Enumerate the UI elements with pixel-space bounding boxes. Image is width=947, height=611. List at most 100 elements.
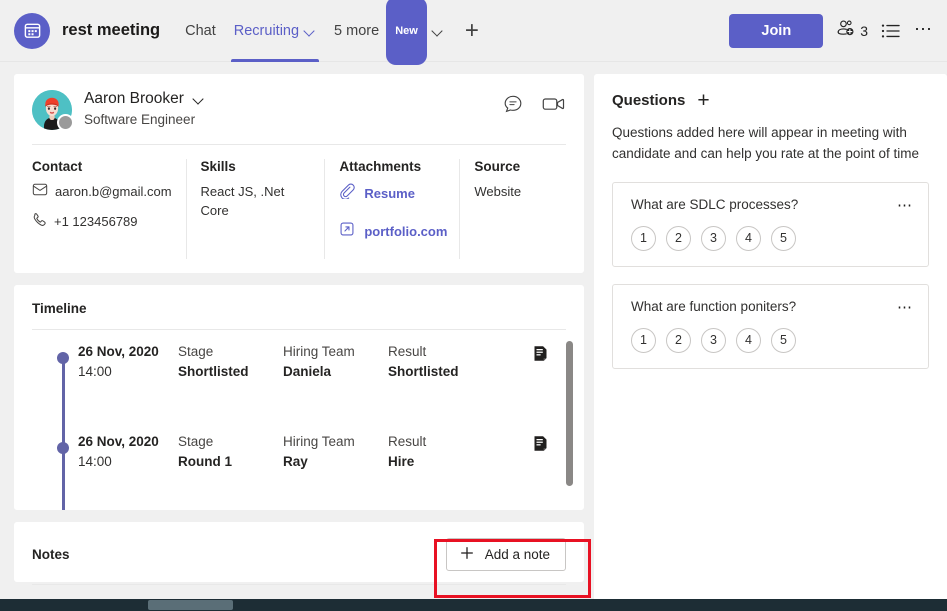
timeline-result-label: Result xyxy=(388,434,427,449)
questions-header: Questions + xyxy=(612,90,929,111)
timeline-dot xyxy=(57,442,69,454)
note-document-icon[interactable] xyxy=(533,344,566,367)
rating-option-5[interactable]: 5 xyxy=(771,327,796,353)
questions-panel: Questions + Questions added here will ap… xyxy=(594,74,947,611)
add-people-button[interactable]: 3 xyxy=(836,19,868,42)
timeline-team-field: Hiring Team Ray xyxy=(283,434,388,469)
app-header: rest meeting Chat Recruiting 5 more New … xyxy=(0,0,947,65)
question-card: What are SDLC processes? ⋯ 1 2 3 4 5 xyxy=(612,181,929,267)
timeline-card: Timeline 26 Nov, 2020 14:00 Stage Shortl… xyxy=(14,285,584,510)
rating-option-4[interactable]: 4 xyxy=(736,225,761,251)
people-count: 3 xyxy=(860,22,868,39)
timeline-result-value: Hire xyxy=(388,454,415,469)
chevron-down-icon xyxy=(304,25,316,37)
attachment-resume-label: Resume xyxy=(364,186,415,201)
rating-option-1[interactable]: 1 xyxy=(631,225,656,251)
timeline-team-label: Hiring Team xyxy=(283,344,355,359)
source-value: Website xyxy=(474,184,522,199)
contact-phone-row: +1 123456789 xyxy=(32,212,172,230)
timeline-scrollbar[interactable] xyxy=(566,341,573,486)
more-tabs-label: 5 more xyxy=(334,22,380,39)
rating-option-3[interactable]: 3 xyxy=(701,225,726,251)
question-card-header: What are function poniters? ⋯ xyxy=(631,299,913,315)
timeline-stage-field: Stage Round 1 xyxy=(178,434,283,469)
candidate-name: Aaron Brooker xyxy=(84,90,184,107)
timeline-stage-label: Stage xyxy=(178,344,214,359)
timeline-result-value: Shortlisted xyxy=(388,364,459,379)
horizontal-scrollbar[interactable] xyxy=(0,599,947,611)
timeline-result-field: Result Shortlisted xyxy=(388,344,483,379)
envelope-icon xyxy=(32,183,48,199)
timeline-stage-value: Round 1 xyxy=(178,454,232,469)
avatar xyxy=(32,90,74,131)
list-icon[interactable] xyxy=(881,23,901,39)
add-people-icon xyxy=(836,19,856,42)
tab-chat-label: Chat xyxy=(185,22,216,39)
add-note-label: Add a note xyxy=(484,547,550,562)
attachment-portfolio[interactable]: portfolio.com xyxy=(339,221,448,242)
tab-recruiting-label: Recruiting xyxy=(233,22,300,39)
attachments-column: Attachments Resume portfolio.com xyxy=(325,159,461,259)
timeline-date-block: 26 Nov, 2020 14:00 xyxy=(78,344,178,379)
contact-email: aaron.b@gmail.com xyxy=(55,183,172,199)
skills-value: React JS, .Net Core xyxy=(200,184,285,218)
questions-title: Questions xyxy=(612,92,686,109)
video-camera-icon[interactable] xyxy=(542,95,566,118)
rating-option-4[interactable]: 4 xyxy=(736,327,761,353)
rating-option-5[interactable]: 5 xyxy=(771,225,796,251)
external-link-icon xyxy=(339,221,355,242)
chevron-down-icon-candidate[interactable] xyxy=(193,93,205,105)
add-note-button[interactable]: Add a note xyxy=(445,538,566,571)
candidate-identity: Aaron Brooker Software Engineer xyxy=(84,90,205,127)
rating-option-3[interactable]: 3 xyxy=(701,327,726,353)
question-card-header: What are SDLC processes? ⋯ xyxy=(631,197,913,213)
rating-row: 1 2 3 4 5 xyxy=(631,327,913,353)
timeline-date-block: 26 Nov, 2020 14:00 xyxy=(78,434,178,469)
timeline-team-value: Daniela xyxy=(283,364,332,379)
candidate-card: Aaron Brooker Software Engineer Contact … xyxy=(14,74,584,273)
tab-more[interactable]: 5 more New xyxy=(325,0,453,65)
timeline-team-label: Hiring Team xyxy=(283,434,355,449)
timeline-row: 26 Nov, 2020 14:00 Stage Round 1 Hiring … xyxy=(32,434,566,510)
ellipsis-icon[interactable]: ⋯ xyxy=(914,20,933,42)
timeline-team-value: Ray xyxy=(283,454,308,469)
timeline-result-field: Result Hire xyxy=(388,434,483,469)
candidate-role: Software Engineer xyxy=(84,112,196,127)
timeline-team-field: Hiring Team Daniela xyxy=(283,344,388,379)
rating-option-2[interactable]: 2 xyxy=(666,327,691,353)
timeline-row: 26 Nov, 2020 14:00 Stage Shortlisted Hir… xyxy=(32,344,566,434)
ellipsis-icon[interactable]: ⋯ xyxy=(897,300,913,315)
attachment-portfolio-label: portfolio.com xyxy=(364,224,448,239)
timeline-time: 14:00 xyxy=(78,454,112,469)
tab-recruiting[interactable]: Recruiting xyxy=(225,0,325,62)
skills-column: Skills React JS, .Net Core xyxy=(187,159,326,259)
timeline-date: 26 Nov, 2020 xyxy=(78,434,159,449)
timeline-heading: Timeline xyxy=(32,301,87,316)
join-button[interactable]: Join xyxy=(729,13,824,48)
plus-icon[interactable]: + xyxy=(697,90,709,111)
note-document-icon[interactable] xyxy=(533,434,566,457)
chat-bubble-icon[interactable] xyxy=(503,94,523,119)
notes-divider xyxy=(32,584,566,585)
timeline-time: 14:00 xyxy=(78,364,112,379)
chevron-down-icon-more xyxy=(432,25,444,37)
horizontal-scrollbar-thumb[interactable] xyxy=(148,600,233,610)
question-card: What are function poniters? ⋯ 1 2 3 4 5 xyxy=(612,283,929,369)
add-tab-button[interactable]: + xyxy=(453,18,491,43)
source-heading: Source xyxy=(474,159,521,174)
new-badge: New xyxy=(386,0,427,65)
rating-option-2[interactable]: 2 xyxy=(666,225,691,251)
attachment-resume[interactable]: Resume xyxy=(339,183,445,204)
question-text: What are function poniters? xyxy=(631,298,797,314)
rating-row: 1 2 3 4 5 xyxy=(631,225,913,251)
tab-chat[interactable]: Chat xyxy=(176,0,225,62)
rating-option-1[interactable]: 1 xyxy=(631,327,656,353)
attachments-heading: Attachments xyxy=(339,159,422,174)
timeline-list: 26 Nov, 2020 14:00 Stage Shortlisted Hir… xyxy=(32,330,566,510)
ellipsis-icon[interactable]: ⋯ xyxy=(897,198,913,213)
skills-heading: Skills xyxy=(200,159,236,174)
plus-icon xyxy=(460,546,474,563)
timeline-result-label: Result xyxy=(388,344,427,359)
timeline-date: 26 Nov, 2020 xyxy=(78,344,159,359)
contact-heading: Contact xyxy=(32,159,83,174)
